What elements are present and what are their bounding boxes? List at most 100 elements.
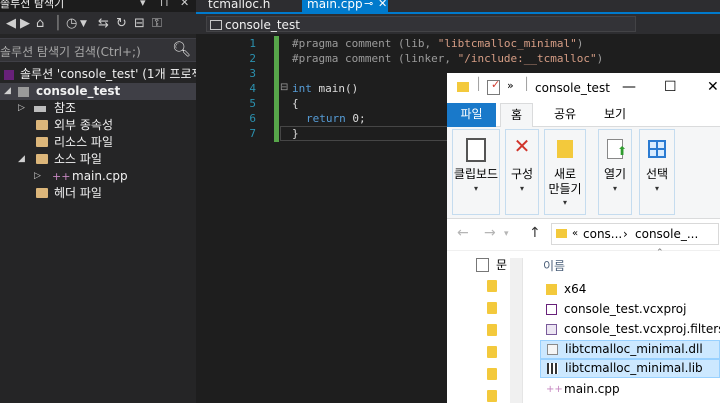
collapse-arrow-icon[interactable]: ◢ — [4, 83, 11, 100]
list-item[interactable]: console_test.vcxproj — [540, 300, 720, 319]
open-button[interactable]: ⬆ 열기 ▾ — [598, 129, 632, 215]
tree-project[interactable]: ◢ console_test — [0, 83, 196, 100]
chevron-right-icon: › — [623, 227, 628, 241]
tab-home[interactable]: 홈 — [500, 103, 533, 127]
pin-icon[interactable]: ⊓ — [160, 0, 169, 8]
list-item[interactable]: x64 — [540, 280, 720, 299]
pane-divider[interactable] — [522, 258, 523, 403]
search-icon[interactable]: 🔍︎ — [172, 40, 191, 58]
folder-icon — [487, 280, 497, 292]
separator-icon: │ — [475, 77, 483, 91]
up-icon[interactable]: ↑ — [529, 225, 541, 241]
maximize-icon[interactable]: ☐ — [664, 79, 677, 95]
folder-icon — [457, 82, 469, 92]
refresh-icon[interactable]: ↻ — [116, 16, 127, 31]
tree-resource-files[interactable]: 리소스 파일 — [0, 134, 196, 151]
project-file-icon — [210, 20, 222, 30]
tab-tcmalloc-h[interactable]: tcmalloc.h — [196, 0, 302, 12]
nav-pane-scrollbar[interactable] — [510, 258, 522, 403]
breadcrumb-item[interactable]: console_... — [635, 227, 698, 241]
line-number: 4 — [249, 82, 256, 95]
address-bar[interactable]: « cons... › console_... — [551, 223, 719, 245]
folder-icon — [487, 302, 497, 314]
sync-icon[interactable]: ⇆ — [98, 16, 109, 31]
history-icon[interactable]: ◷ — [66, 16, 77, 31]
forward-icon[interactable]: → — [484, 225, 496, 241]
close-window-icon[interactable]: ✕ — [707, 79, 719, 95]
nav-pane-label[interactable]: 문 — [496, 256, 507, 273]
check-icon: ✓ — [491, 78, 501, 91]
back-icon[interactable]: ← — [457, 225, 469, 241]
tab-main-cpp[interactable]: main.cpp ⊸ ✕ — [302, 0, 388, 12]
cpp-file-icon: ++ — [52, 170, 71, 183]
column-header-name[interactable]: 이름 — [543, 257, 565, 274]
documents-icon — [476, 258, 489, 272]
vcxproj-icon — [546, 304, 557, 315]
tree-main-cpp[interactable]: ▷ ++ main.cpp — [0, 168, 196, 185]
navigation-bar: console_test — [196, 14, 720, 34]
quick-access-overflow-icon[interactable]: » — [507, 79, 514, 92]
code-line: #pragma comment (lib, "libtcmalloc_minim… — [292, 37, 584, 50]
collapse-icon[interactable]: ⊟ — [134, 16, 145, 31]
expand-arrow-icon[interactable]: ▷ — [18, 100, 25, 117]
file-explorer-title-bar: │ ✓ » │ console_test — ☐ ✕ — [447, 73, 720, 103]
breadcrumb-item[interactable]: cons... — [583, 227, 622, 241]
new-button[interactable]: 새로 만들기 ▾ — [544, 129, 586, 215]
back-icon[interactable]: ◀ — [6, 16, 16, 31]
tree-header-files[interactable]: 헤더 파일 — [0, 185, 196, 202]
code-line: #pragma comment (linker, "/include:__tcm… — [292, 52, 604, 65]
organize-button[interactable]: ✕ 구성 ▾ — [505, 129, 539, 215]
solution-search-box[interactable]: 솔루션 탐색기 검색(Ctrl+;) 🔍︎ — [0, 38, 196, 62]
close-tab-icon[interactable]: ✕ — [378, 0, 387, 10]
cpp-icon: ++ — [546, 384, 563, 395]
expand-arrow-icon[interactable]: ▷ — [34, 168, 41, 185]
address-bar-row: ← → ▾ ↑ « cons... › console_... — [447, 219, 720, 251]
references-icon — [34, 106, 46, 112]
overflow-icon[interactable]: « — [572, 228, 578, 239]
code-line: { — [292, 97, 299, 110]
chevron-down-icon: ▾ — [473, 184, 478, 193]
history-dropdown-icon[interactable]: ▼ — [80, 19, 87, 29]
properties-icon[interactable]: ⚿ — [152, 16, 162, 31]
tree-external-dependencies[interactable]: 외부 종속성 — [0, 117, 196, 134]
delete-x-icon: ✕ — [513, 134, 531, 158]
folder-icon — [36, 154, 48, 164]
folder-icon — [546, 284, 557, 295]
folder-icon — [487, 346, 497, 358]
list-item[interactable]: console_test.vcxproj.filters — [540, 320, 720, 339]
forward-icon[interactable]: ▶ — [20, 16, 30, 31]
chevron-down-icon: ▾ — [612, 184, 617, 193]
tree-source-files[interactable]: ◢ 소스 파일 — [0, 151, 196, 168]
chevron-down-icon: ▾ — [654, 184, 659, 193]
home-icon[interactable]: ⌂ — [36, 16, 44, 31]
close-icon[interactable]: ✕ — [180, 0, 189, 8]
clipboard-button[interactable]: 클립보드 ▾ — [452, 129, 500, 215]
folder-icon — [36, 188, 48, 198]
folder-icon — [36, 137, 48, 147]
collapse-arrow-icon[interactable]: ◢ — [18, 151, 25, 168]
dropdown-icon[interactable]: ▾ — [140, 0, 146, 8]
minimize-icon[interactable]: — — [622, 79, 636, 95]
search-placeholder: 솔루션 탐색기 검색(Ctrl+;) — [0, 45, 141, 59]
tree-references[interactable]: ▷ 참조 — [0, 100, 196, 117]
separator-icon: │ — [523, 77, 531, 91]
tree-solution[interactable]: 솔루션 'console_test' (1개 프로젝트 — [0, 66, 214, 83]
filters-icon — [546, 324, 557, 335]
collapse-code-icon[interactable]: ⊟ — [280, 82, 288, 93]
tab-file[interactable]: 파일 — [447, 103, 496, 127]
code-line: return 0; — [306, 112, 366, 125]
list-item-selected[interactable]: libtcmalloc_minimal.dll — [540, 340, 720, 359]
pin-tab-icon[interactable]: ⊸ — [364, 0, 373, 10]
new-folder-icon — [557, 140, 573, 158]
separator-icon: │ — [54, 16, 62, 31]
tab-view[interactable]: 보기 — [595, 103, 635, 127]
tab-share[interactable]: 공유 — [545, 103, 585, 127]
recent-dropdown-icon[interactable]: ▾ — [504, 229, 509, 239]
list-item-selected[interactable]: libtcmalloc_minimal.lib — [540, 359, 720, 378]
list-item[interactable]: ++ main.cpp — [540, 380, 720, 399]
select-button[interactable]: 선택 ▾ — [639, 129, 675, 215]
lib-icon — [547, 363, 558, 374]
line-number: 3 — [249, 67, 256, 80]
select-grid-icon — [648, 140, 666, 158]
project-dropdown[interactable]: console_test — [206, 16, 636, 32]
